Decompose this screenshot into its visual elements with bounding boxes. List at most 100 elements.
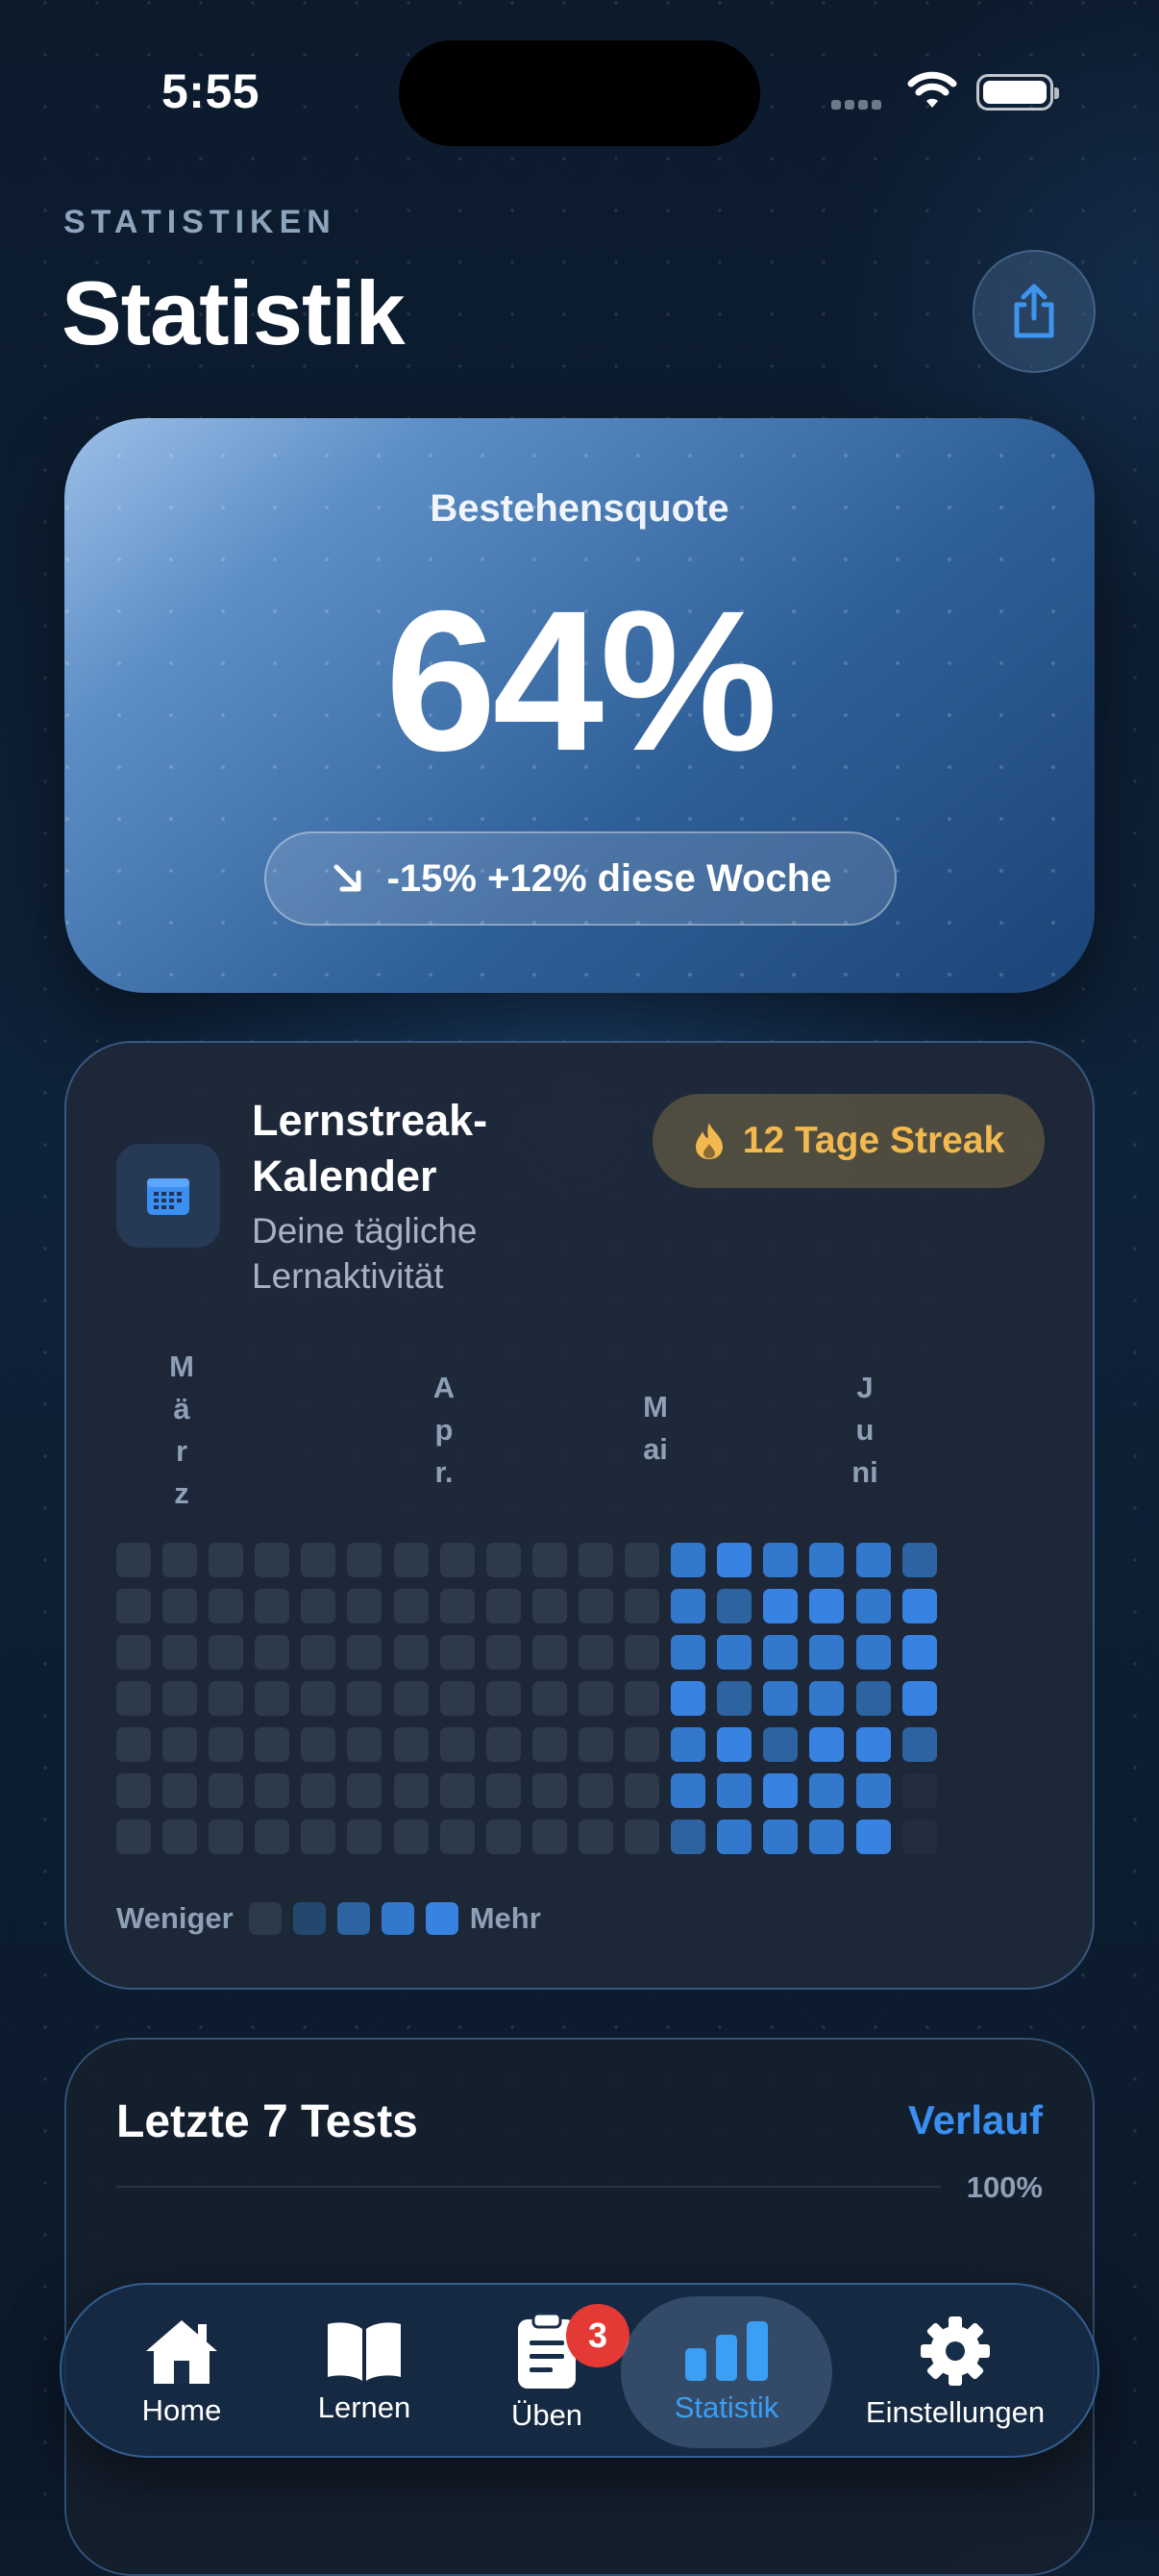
streak-calendar-card: Lernstreak-Kalender Deine tägliche Lerna… (64, 1041, 1095, 1990)
heatmap-cell (255, 1727, 290, 1762)
heatmap-cell (439, 1773, 475, 1808)
heatmap-cell (347, 1589, 382, 1623)
tab-settings[interactable]: Einstellungen (845, 2285, 1066, 2460)
heatmap-cell (901, 1635, 937, 1670)
page-title: Statistik (62, 262, 406, 363)
heatmap-cell (347, 1773, 382, 1808)
heatmap-cell (162, 1681, 198, 1716)
share-icon (1014, 284, 1054, 338)
heatmap-cell (855, 1681, 891, 1716)
heatmap-cell (347, 1681, 382, 1716)
heatmap-cell (531, 1820, 567, 1854)
heatmap-cell (809, 1543, 845, 1577)
heatmap-cell (116, 1681, 151, 1716)
heatmap-cell (671, 1727, 706, 1762)
tab-home[interactable]: Home (119, 2285, 244, 2460)
heatmap-cell (439, 1635, 475, 1670)
heatmap-cell (301, 1681, 336, 1716)
heatmap-cell (347, 1543, 382, 1577)
heatmap-cell (301, 1727, 336, 1762)
heatmap-cell (531, 1589, 567, 1623)
heatmap-cell (717, 1681, 752, 1716)
heatmap-cell (116, 1820, 151, 1854)
heatmap-cell (578, 1773, 613, 1808)
heatmap-cell (209, 1727, 244, 1762)
tab-statistics[interactable]: Statistik (621, 2296, 832, 2448)
heatmap-cell (255, 1773, 290, 1808)
pass-rate-trend-text: -15% +12% diese Woche (386, 856, 832, 900)
heatmap-cell (809, 1681, 845, 1716)
heatmap-cell (116, 1727, 151, 1762)
tab-practice-label: Üben (510, 2398, 583, 2432)
heatmap-cell (763, 1543, 799, 1577)
month-label-march: März (169, 1350, 194, 1510)
heatmap-cell (855, 1820, 891, 1854)
book-icon (328, 2322, 401, 2381)
heatmap-cell (255, 1820, 290, 1854)
heatmap-cell (393, 1543, 429, 1577)
heatmap-cell (209, 1681, 244, 1716)
heatmap-cell (531, 1635, 567, 1670)
heatmap-cell (439, 1589, 475, 1623)
heatmap-cell (531, 1681, 567, 1716)
heatmap-cell (763, 1773, 799, 1808)
heatmap-cell (901, 1820, 937, 1854)
chart-bars-icon (685, 2321, 768, 2381)
heatmap-cell (625, 1681, 660, 1716)
heatmap-cell (485, 1681, 521, 1716)
heatmap-cell (578, 1681, 613, 1716)
streak-badge: 12 Tage Streak (653, 1094, 1045, 1188)
share-button[interactable] (973, 250, 1096, 373)
heatmap-cell (116, 1635, 151, 1670)
heatmap-cell (531, 1773, 567, 1808)
tab-settings-label: Einstellungen (865, 2395, 1046, 2429)
heatmap-cell (485, 1727, 521, 1762)
heatmap-cell (439, 1820, 475, 1854)
heatmap-cell (301, 1773, 336, 1808)
legend-swatch (381, 1902, 414, 1935)
tab-learn[interactable]: Lernen (302, 2285, 427, 2460)
heatmap-cell (116, 1773, 151, 1808)
heatmap-cell (531, 1543, 567, 1577)
heatmap-cell (301, 1820, 336, 1854)
heatmap-cell (485, 1773, 521, 1808)
heatmap-cell (625, 1773, 660, 1808)
heatmap-cell (717, 1635, 752, 1670)
heatmap-cell (671, 1635, 706, 1670)
heatmap-cell (439, 1543, 475, 1577)
heatmap-cell (209, 1543, 244, 1577)
notification-badge: 3 (566, 2304, 629, 2367)
heatmap-cell (393, 1820, 429, 1854)
heatmap-cell (901, 1543, 937, 1577)
heatmap-cell (255, 1635, 290, 1670)
month-label-june: Ju ni (851, 1371, 878, 1489)
heatmap-cell (301, 1635, 336, 1670)
heatmap-cell (901, 1589, 937, 1623)
heatmap-cell (209, 1820, 244, 1854)
heatmap-cell (671, 1773, 706, 1808)
heatmap-cell (855, 1727, 891, 1762)
history-link[interactable]: Verlauf (908, 2097, 1043, 2143)
heatmap-cell (162, 1727, 198, 1762)
heatmap-cell (578, 1727, 613, 1762)
heatmap-cell (855, 1589, 891, 1623)
heatmap-cell (671, 1543, 706, 1577)
month-label-april: Ap r. (432, 1371, 456, 1489)
house-icon (146, 2320, 217, 2384)
heatmap-cell (162, 1820, 198, 1854)
dynamic-island (399, 40, 760, 146)
heatmap-cell (162, 1543, 198, 1577)
heatmap-cell (347, 1635, 382, 1670)
heatmap-cell (578, 1543, 613, 1577)
heatmap-cell (578, 1635, 613, 1670)
heatmap-cell (485, 1820, 521, 1854)
tab-statistics-label: Statistik (674, 2390, 779, 2424)
heatmap-cell (531, 1727, 567, 1762)
heatmap-cell (717, 1820, 752, 1854)
heatmap-cell (671, 1820, 706, 1854)
heatmap-cell (763, 1635, 799, 1670)
chart-axis-max-label: 100% (966, 2170, 1043, 2204)
heatmap-legend: Weniger Mehr (116, 1901, 541, 1936)
legend-more-label: Mehr (469, 1901, 541, 1935)
heatmap-cell (393, 1681, 429, 1716)
